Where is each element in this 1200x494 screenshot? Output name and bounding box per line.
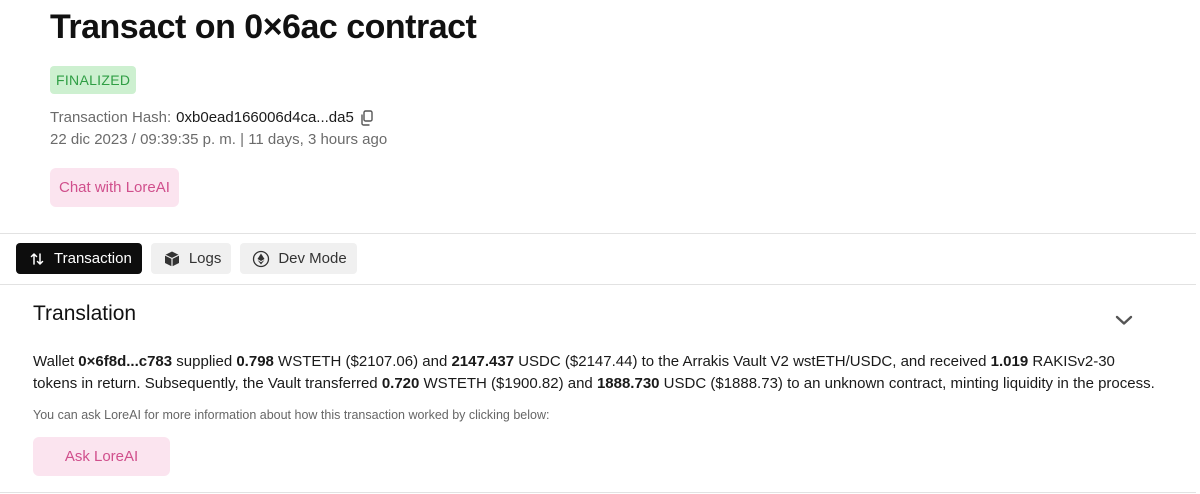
chevron-down-icon[interactable] [1113,312,1135,328]
chat-with-loreai-button[interactable]: Chat with LoreAI [50,168,179,207]
translation-fragment: WSTETH ($1900.82) and [419,375,597,392]
divider [0,284,1196,285]
status-badge: FINALIZED [50,66,137,94]
divider [0,492,1196,493]
amount-value: 1.019 [990,353,1029,370]
amount-value: 0.720 [381,375,420,392]
ask-loreai-button[interactable]: Ask LoreAI [33,437,170,476]
page-title: Transact on 0×6ac contract [50,8,477,46]
amount-value: 1888.730 [596,375,660,392]
tab-logs[interactable]: Logs [150,243,232,274]
tab-dev-mode[interactable]: Dev Mode [240,243,357,274]
transaction-datetime: 22 dic 2023 / 09:39:35 p. m. | 11 days, … [50,131,388,148]
wallet-address: 0×6f8d...c783 [78,353,173,370]
translation-text: Wallet 0×6f8d...c783 supplied 0.798 WSTE… [33,351,1163,395]
tab-label: Logs [188,250,222,267]
translation-fragment: Wallet [33,353,79,370]
hash-value[interactable]: 0xb0ead166006d4ca...da5 [176,109,354,126]
tab-transaction[interactable]: Transaction [16,243,142,274]
cube-icon [163,250,181,268]
amount-value: 2147.437 [451,353,515,370]
translation-fragment: WSTETH ($2107.06) and [273,353,452,370]
tab-label: Transaction [54,250,132,267]
translation-fragment: supplied [172,353,237,370]
ask-hint-text: You can ask LoreAI for more information … [33,408,550,422]
translation-fragment: USDC ($2147.44) to the Arrakis Vault V2 … [514,353,991,370]
translation-fragment: USDC ($1888.73) to an unknown contract, … [659,375,1155,392]
swap-arrows-icon [28,250,46,268]
translation-heading: Translation [33,302,137,325]
tab-bar: Transaction Logs Dev Mode [16,243,357,274]
transaction-hash-row: Transaction Hash: 0xb0ead166006d4ca...da… [50,109,374,126]
ethereum-icon [252,250,270,268]
amount-value: 0.798 [236,353,274,370]
hash-label: Transaction Hash: [50,109,172,126]
divider [0,233,1196,234]
tab-label: Dev Mode [278,250,347,267]
copy-icon[interactable] [360,109,374,126]
